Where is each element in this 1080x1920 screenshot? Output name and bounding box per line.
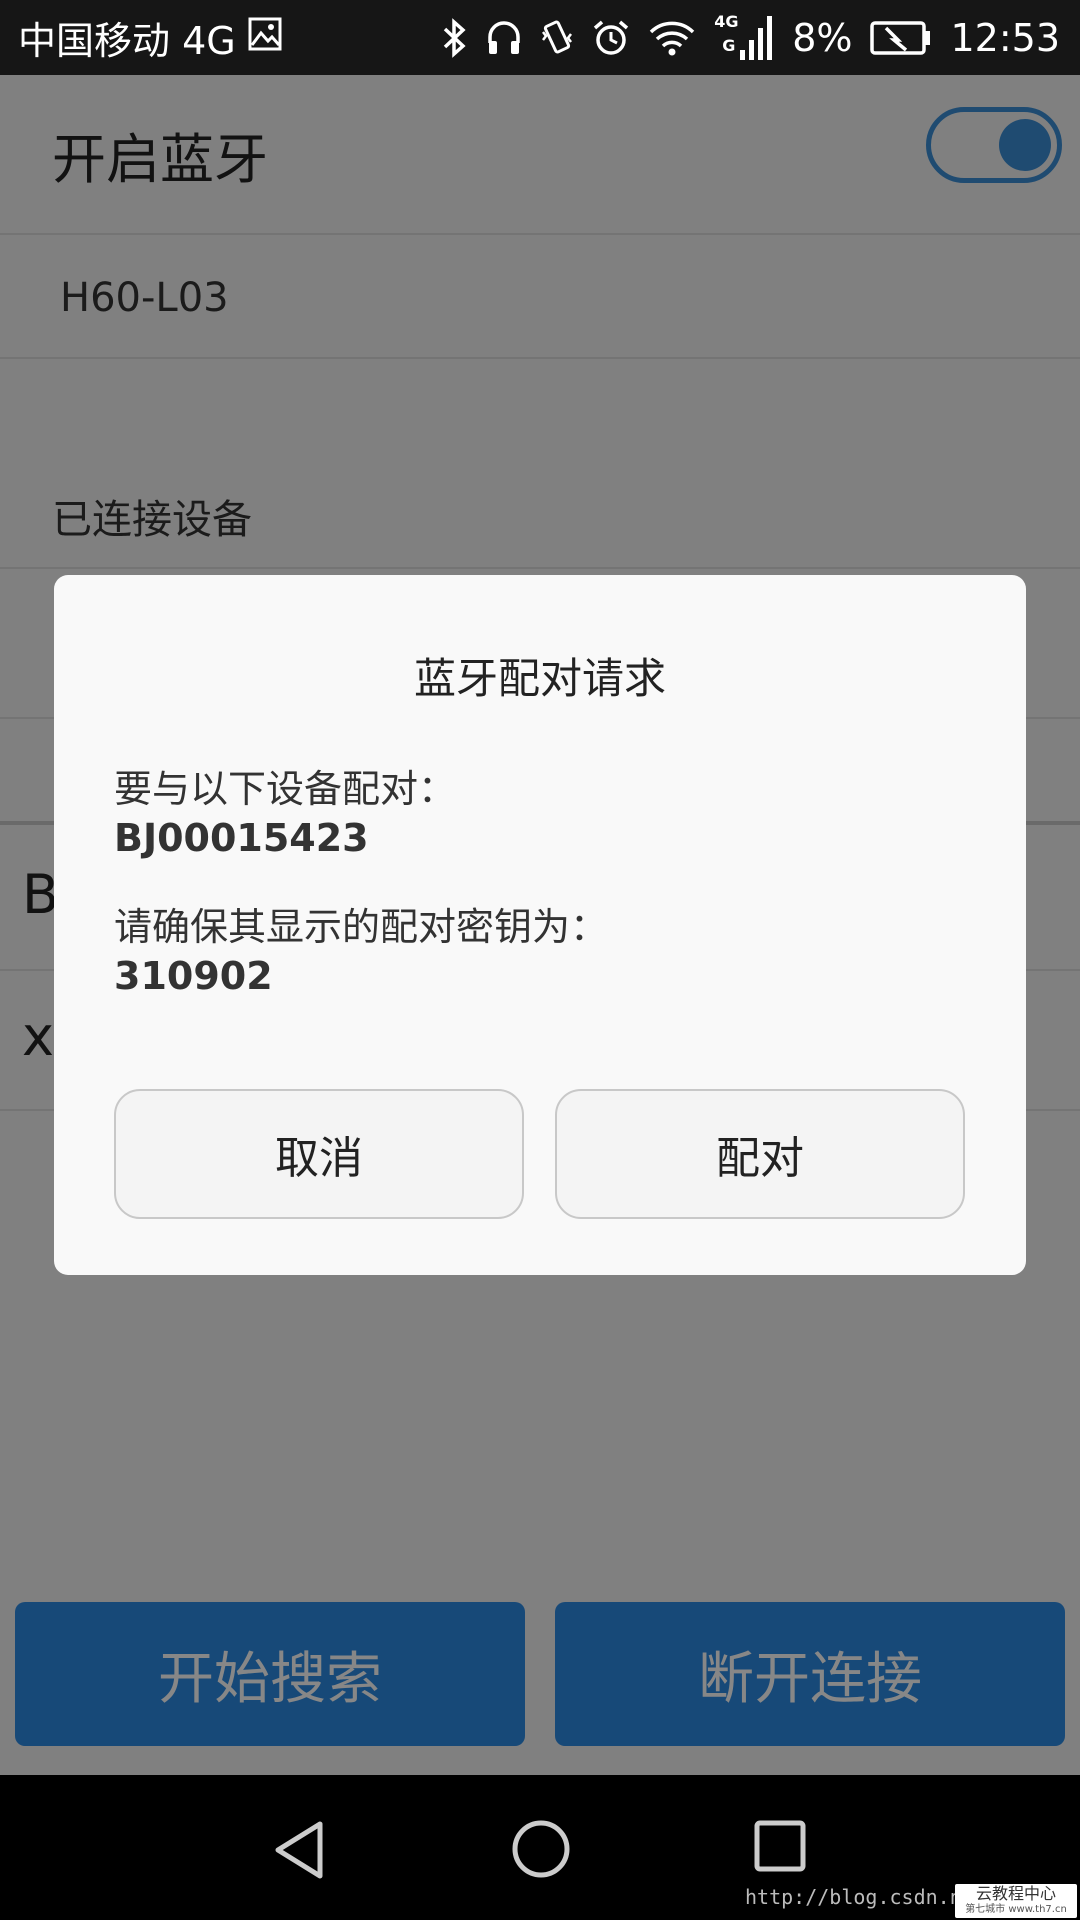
status-right: 4G G 8% 12:53 bbox=[442, 12, 1080, 64]
dialog-body: 要与以下设备配对： BJ00015423 请确保其显示的配对密钥为： 31090… bbox=[114, 765, 608, 1001]
battery-percent: 8% bbox=[792, 15, 853, 60]
confirm-key-label: 请确保其显示的配对密钥为： bbox=[114, 905, 609, 949]
signal-icon: 4G G bbox=[714, 12, 774, 64]
network-type-top: 4G bbox=[714, 11, 739, 31]
vibrate-icon bbox=[540, 18, 574, 58]
pair-with-label: 要与以下设备配对： bbox=[114, 767, 457, 811]
wifi-icon bbox=[648, 20, 696, 56]
watermark-badge-sub: 第七城市 www.th7.cn bbox=[965, 1904, 1067, 1915]
battery-charging-icon bbox=[870, 20, 932, 56]
alarm-icon bbox=[592, 19, 630, 57]
watermark-badge-text: 云教程中心 bbox=[975, 1884, 1056, 1903]
bluetooth-icon bbox=[442, 17, 468, 58]
dialog-title: 蓝牙配对请求 bbox=[413, 654, 666, 703]
headset-icon bbox=[486, 19, 522, 57]
status-bar: 中国移动 4G 4G G 8% 12:53 bbox=[0, 0, 1080, 75]
watermark-url: http://blog.csdn.net bbox=[745, 1885, 986, 1909]
home-icon[interactable] bbox=[510, 1818, 572, 1884]
device-id: BJ00015423 bbox=[114, 816, 369, 860]
image-notification-icon bbox=[248, 16, 282, 60]
pair-button[interactable]: 配对 bbox=[555, 1089, 965, 1219]
network-type-bottom: G bbox=[722, 35, 736, 55]
recent-apps-icon[interactable] bbox=[752, 1818, 808, 1878]
pass-key: 310902 bbox=[114, 954, 273, 998]
back-icon[interactable] bbox=[270, 1818, 330, 1886]
status-left: 中国移动 4G bbox=[0, 10, 282, 65]
pairing-dialog: 蓝牙配对请求 要与以下设备配对： BJ00015423 请确保其显示的配对密钥为… bbox=[54, 575, 1026, 1275]
watermark-badge: 云教程中心 第七城市 www.th7.cn bbox=[955, 1884, 1077, 1918]
cancel-button[interactable]: 取消 bbox=[114, 1089, 524, 1219]
clock: 12:53 bbox=[950, 15, 1060, 60]
carrier-label: 中国移动 4G bbox=[18, 19, 236, 63]
